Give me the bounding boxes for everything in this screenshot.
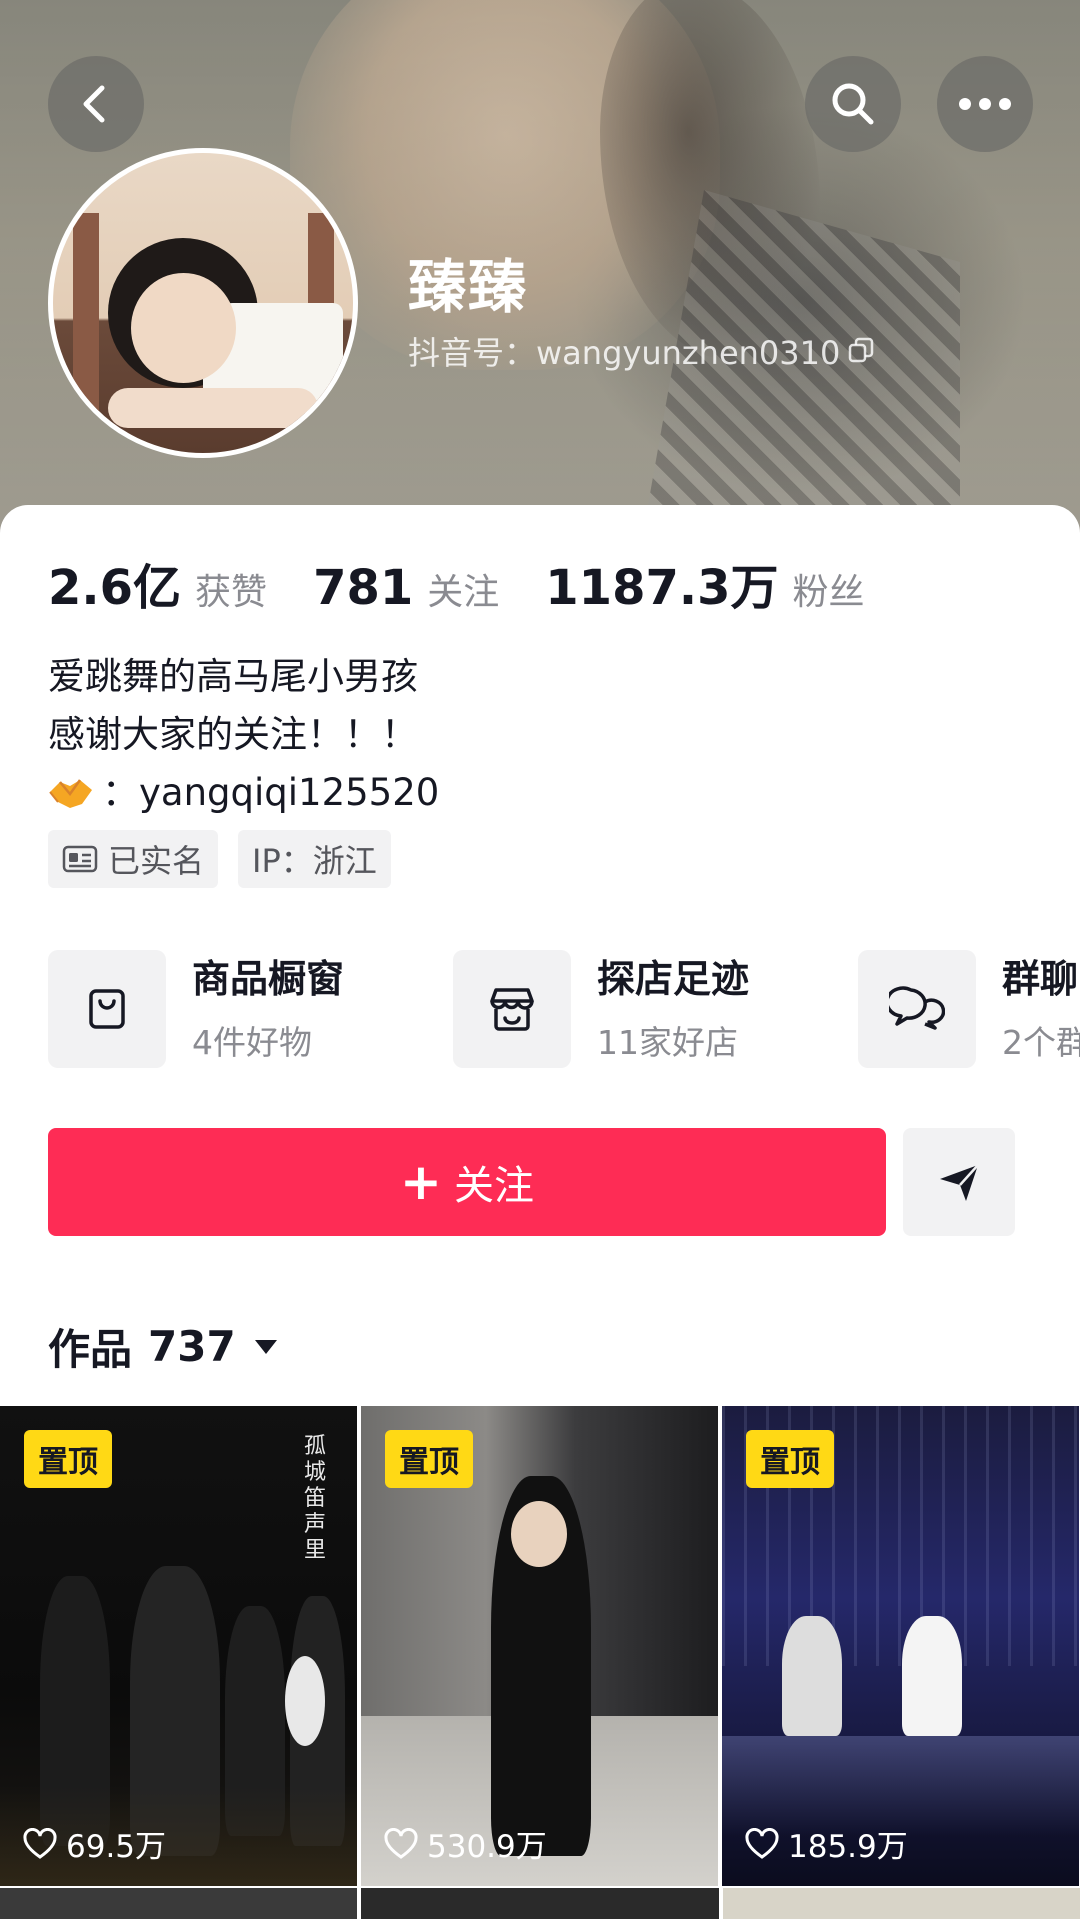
stat-following-value: 781	[313, 560, 414, 616]
video-thumbnail[interactable]: 孤城笛声里 置顶 69.5万	[0, 1406, 357, 1886]
stat-fans-value: 1187.3万	[545, 560, 779, 616]
like-count-value: 69.5万	[66, 1829, 167, 1865]
pinned-badge: 置顶	[24, 1430, 112, 1488]
stat-likes-value: 2.6亿	[48, 560, 182, 616]
id-card-icon	[62, 845, 98, 873]
like-count-value: 185.9万	[788, 1829, 908, 1865]
works-count: 737	[148, 1322, 236, 1371]
stat-likes-label: 获赞	[195, 572, 268, 613]
avatar[interactable]	[48, 148, 358, 458]
store-icon	[490, 988, 534, 1031]
profile-nickname: 臻臻	[408, 253, 529, 321]
profile-tags: 已实名 IP：浙江	[48, 830, 391, 888]
back-button[interactable]	[48, 56, 144, 152]
share-button[interactable]	[903, 1128, 1015, 1236]
feature-shortcuts: 商品橱窗 4件好物 探店足迹 11家好店 群聊 2个群	[48, 950, 1080, 1068]
ip-location-label: IP：浙江	[252, 842, 377, 880]
stat-fans[interactable]: 1187.3万 粉丝	[545, 548, 864, 618]
bio-line: 感谢大家的关注！！！	[48, 713, 418, 756]
shopping-bag-icon	[89, 989, 125, 1029]
feature-subtitle: 11家好店	[597, 1023, 738, 1062]
feature-group-chat[interactable]: 群聊 2个群	[858, 950, 1080, 1068]
ip-location-tag: IP：浙江	[238, 830, 391, 888]
heart-icon	[23, 1827, 57, 1859]
thumbnail-caption: 孤城笛声里	[304, 1434, 327, 1563]
like-count: 530.9万	[383, 1821, 547, 1866]
video-thumbnail[interactable]: 置顶 185.9万	[722, 1406, 1079, 1886]
stat-likes: 2.6亿 获赞	[48, 548, 267, 618]
stat-fans-label: 粉丝	[792, 572, 865, 613]
search-button[interactable]	[805, 56, 901, 152]
copy-icon[interactable]	[846, 336, 876, 366]
video-grid: 孤城笛声里 置顶 69.5万 置顶 530.9万 置顶 185.9万	[0, 1406, 1080, 1886]
profile-bio: 爱跳舞的高马尾小男孩 感谢大家的关注！！！ ：yangqiqi125520	[48, 648, 439, 822]
feature-subtitle: 4件好物	[192, 1023, 312, 1062]
like-count: 69.5万	[22, 1821, 166, 1866]
like-count-value: 530.9万	[427, 1829, 547, 1865]
handshake-icon	[49, 779, 92, 808]
douyin-id-text: 抖音号：wangyunzhen0310	[408, 334, 841, 372]
feature-title: 商品橱窗	[192, 957, 345, 1001]
stat-following[interactable]: 781 关注	[313, 560, 499, 616]
feature-title: 探店足迹	[597, 957, 750, 1001]
pinned-badge: 置顶	[385, 1430, 473, 1488]
more-options-button[interactable]	[937, 56, 1033, 152]
video-grid-next-row	[0, 1888, 1080, 1919]
heart-icon	[745, 1827, 779, 1859]
follow-button[interactable]: + 关注	[48, 1128, 886, 1236]
plus-icon: +	[400, 1153, 442, 1211]
like-count: 185.9万	[744, 1821, 908, 1866]
works-tab-label: 作品	[48, 1325, 133, 1374]
search-icon	[832, 83, 874, 125]
works-tab[interactable]: 作品 737	[48, 1316, 280, 1377]
stat-following-label: 关注	[427, 572, 500, 613]
pinned-badge: 置顶	[746, 1430, 834, 1488]
verified-tag: 已实名	[48, 830, 219, 888]
chat-bubbles-icon	[889, 986, 945, 1030]
profile-stats: 2.6亿 获赞 781 关注 1187.3万 粉丝	[48, 548, 911, 618]
feature-subtitle: 2个群	[1002, 1023, 1080, 1062]
feature-title: 群聊	[1002, 957, 1079, 1001]
bio-contact: ：yangqiqi125520	[102, 771, 440, 814]
follow-button-label: 关注	[453, 1163, 534, 1209]
bio-line: ：yangqiqi125520	[48, 764, 439, 822]
douyin-id[interactable]: 抖音号：wangyunzhen0310	[408, 328, 876, 374]
bio-line: 爱跳舞的高马尾小男孩	[48, 655, 418, 698]
chevron-left-icon	[83, 85, 105, 123]
caret-down-icon	[254, 1339, 277, 1354]
send-icon	[940, 1164, 979, 1201]
verified-tag-label: 已实名	[108, 842, 205, 880]
heart-icon	[384, 1827, 418, 1859]
feature-store-visits[interactable]: 探店足迹 11家好店	[453, 950, 858, 1068]
video-thumbnail[interactable]: 置顶 530.9万	[361, 1406, 718, 1886]
more-dots-icon	[959, 98, 1011, 110]
feature-shop-window[interactable]: 商品橱窗 4件好物	[48, 950, 453, 1068]
